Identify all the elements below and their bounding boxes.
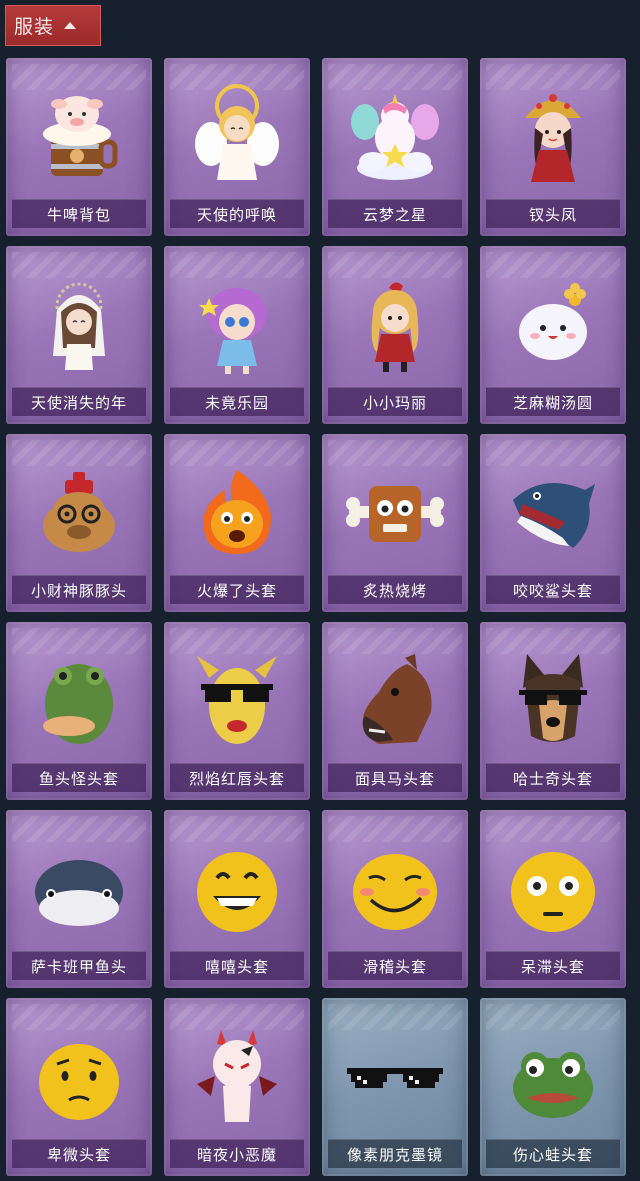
yellow-lips-mask-icon — [187, 648, 287, 752]
unicorn-cloud-star-icon — [345, 84, 445, 188]
item-label: 像素朋克墨镜 — [328, 1139, 462, 1168]
rice-ball-icon — [503, 272, 603, 376]
chevron-up-icon[interactable] — [64, 22, 77, 29]
shark-head-icon — [503, 460, 603, 564]
fish-monster-head-icon — [29, 648, 129, 752]
humble-emoji-head-icon — [29, 1024, 129, 1128]
item-label: 卑微头套 — [12, 1139, 146, 1168]
item-label: 火爆了头套 — [170, 575, 304, 604]
fire-head-icon — [187, 460, 287, 564]
costume-card-shark-head[interactable]: 咬咬鲨头套 — [480, 434, 626, 612]
item-label: 天使消失的年 — [12, 387, 146, 416]
costume-card-rice-ball[interactable]: 芝麻糊汤圆 — [480, 246, 626, 424]
item-label: 小小玛丽 — [328, 387, 462, 416]
item-label: 咬咬鲨头套 — [486, 575, 620, 604]
blank-stare-emoji-head-icon — [503, 836, 603, 940]
grin-emoji-head-icon — [187, 836, 287, 940]
item-label: 面具马头套 — [328, 763, 462, 792]
phoenix-crown-girl-icon — [503, 84, 603, 188]
item-label: 小财神豚豚头 — [12, 575, 146, 604]
costume-card-cow-beer-bag[interactable]: 牛啤背包 — [6, 58, 152, 236]
costume-card-grin-emoji[interactable]: 嘻嘻头套 — [164, 810, 310, 988]
costume-card-phoenix-crown-girl[interactable]: 钗头凤 — [480, 58, 626, 236]
cow-beer-bag-icon — [29, 84, 129, 188]
costume-card-capybara-head[interactable]: 小财神豚豚头 — [6, 434, 152, 612]
item-label: 芝麻糊汤圆 — [486, 387, 620, 416]
item-label: 萨卡班甲鱼头 — [12, 951, 146, 980]
item-label: 云梦之星 — [328, 199, 462, 228]
item-label: 钗头凤 — [486, 199, 620, 228]
item-label: 滑稽头套 — [328, 951, 462, 980]
costume-card-humble-emoji[interactable]: 卑微头套 — [6, 998, 152, 1176]
costume-card-pixel-sunglasses[interactable]: 像素朋克墨镜 — [322, 998, 468, 1176]
costume-card-little-mary[interactable]: 小小玛丽 — [322, 246, 468, 424]
item-label: 鱼头怪头套 — [12, 763, 146, 792]
capybara-head-icon — [29, 460, 129, 564]
item-label: 伤心蛙头套 — [486, 1139, 620, 1168]
little-mary-doll-icon — [345, 272, 445, 376]
costume-card-purple-hair-doll[interactable]: 未竟乐园 — [164, 246, 310, 424]
horse-head-icon — [345, 648, 445, 752]
item-label: 呆滞头套 — [486, 951, 620, 980]
costume-card-sacabambaspis[interactable]: 萨卡班甲鱼头 — [6, 810, 152, 988]
item-label: 哈士奇头套 — [486, 763, 620, 792]
costume-card-angel-call[interactable]: 天使的呼唤 — [164, 58, 310, 236]
costume-card-blank-stare-emoji[interactable]: 呆滞头套 — [480, 810, 626, 988]
funny-emoji-head-icon — [345, 836, 445, 940]
bbq-meat-icon — [345, 460, 445, 564]
item-label: 未竟乐园 — [170, 387, 304, 416]
costume-card-bbq-meat[interactable]: 炙热烧烤 — [322, 434, 468, 612]
costume-card-fire-head[interactable]: 火爆了头套 — [164, 434, 310, 612]
item-label: 暗夜小恶魔 — [170, 1139, 304, 1168]
little-devil-icon — [187, 1024, 287, 1128]
item-label: 烈焰红唇头套 — [170, 763, 304, 792]
sad-frog-head-icon — [503, 1024, 603, 1128]
section-title: 服装 — [14, 16, 55, 38]
costume-card-husky-head[interactable]: 哈士奇头套 — [480, 622, 626, 800]
costume-card-unicorn-cloud-star[interactable]: 云梦之星 — [322, 58, 468, 236]
veiled-angel-icon — [29, 272, 129, 376]
costume-card-little-devil[interactable]: 暗夜小恶魔 — [164, 998, 310, 1176]
costume-card-fish-monster[interactable]: 鱼头怪头套 — [6, 622, 152, 800]
costume-section-header[interactable]: 服装 — [5, 5, 101, 46]
item-label: 天使的呼唤 — [170, 199, 304, 228]
costume-grid: 牛啤背包 天使的呼唤 云梦之星 钗头凤 天使消失的年 未竟乐园 小小玛丽 芝麻糊… — [6, 58, 626, 1176]
pixel-sunglasses-icon — [345, 1024, 445, 1128]
sacabambaspis-icon — [29, 836, 129, 940]
costume-card-veiled-angel[interactable]: 天使消失的年 — [6, 246, 152, 424]
item-label: 嘻嘻头套 — [170, 951, 304, 980]
purple-hair-doll-icon — [187, 272, 287, 376]
costume-card-horse-head[interactable]: 面具马头套 — [322, 622, 468, 800]
costume-card-sad-frog[interactable]: 伤心蛙头套 — [480, 998, 626, 1176]
costume-card-yellow-lips-mask[interactable]: 烈焰红唇头套 — [164, 622, 310, 800]
angel-call-icon — [187, 84, 287, 188]
costume-card-funny-emoji[interactable]: 滑稽头套 — [322, 810, 468, 988]
husky-head-icon — [503, 648, 603, 752]
item-label: 炙热烧烤 — [328, 575, 462, 604]
item-label: 牛啤背包 — [12, 199, 146, 228]
